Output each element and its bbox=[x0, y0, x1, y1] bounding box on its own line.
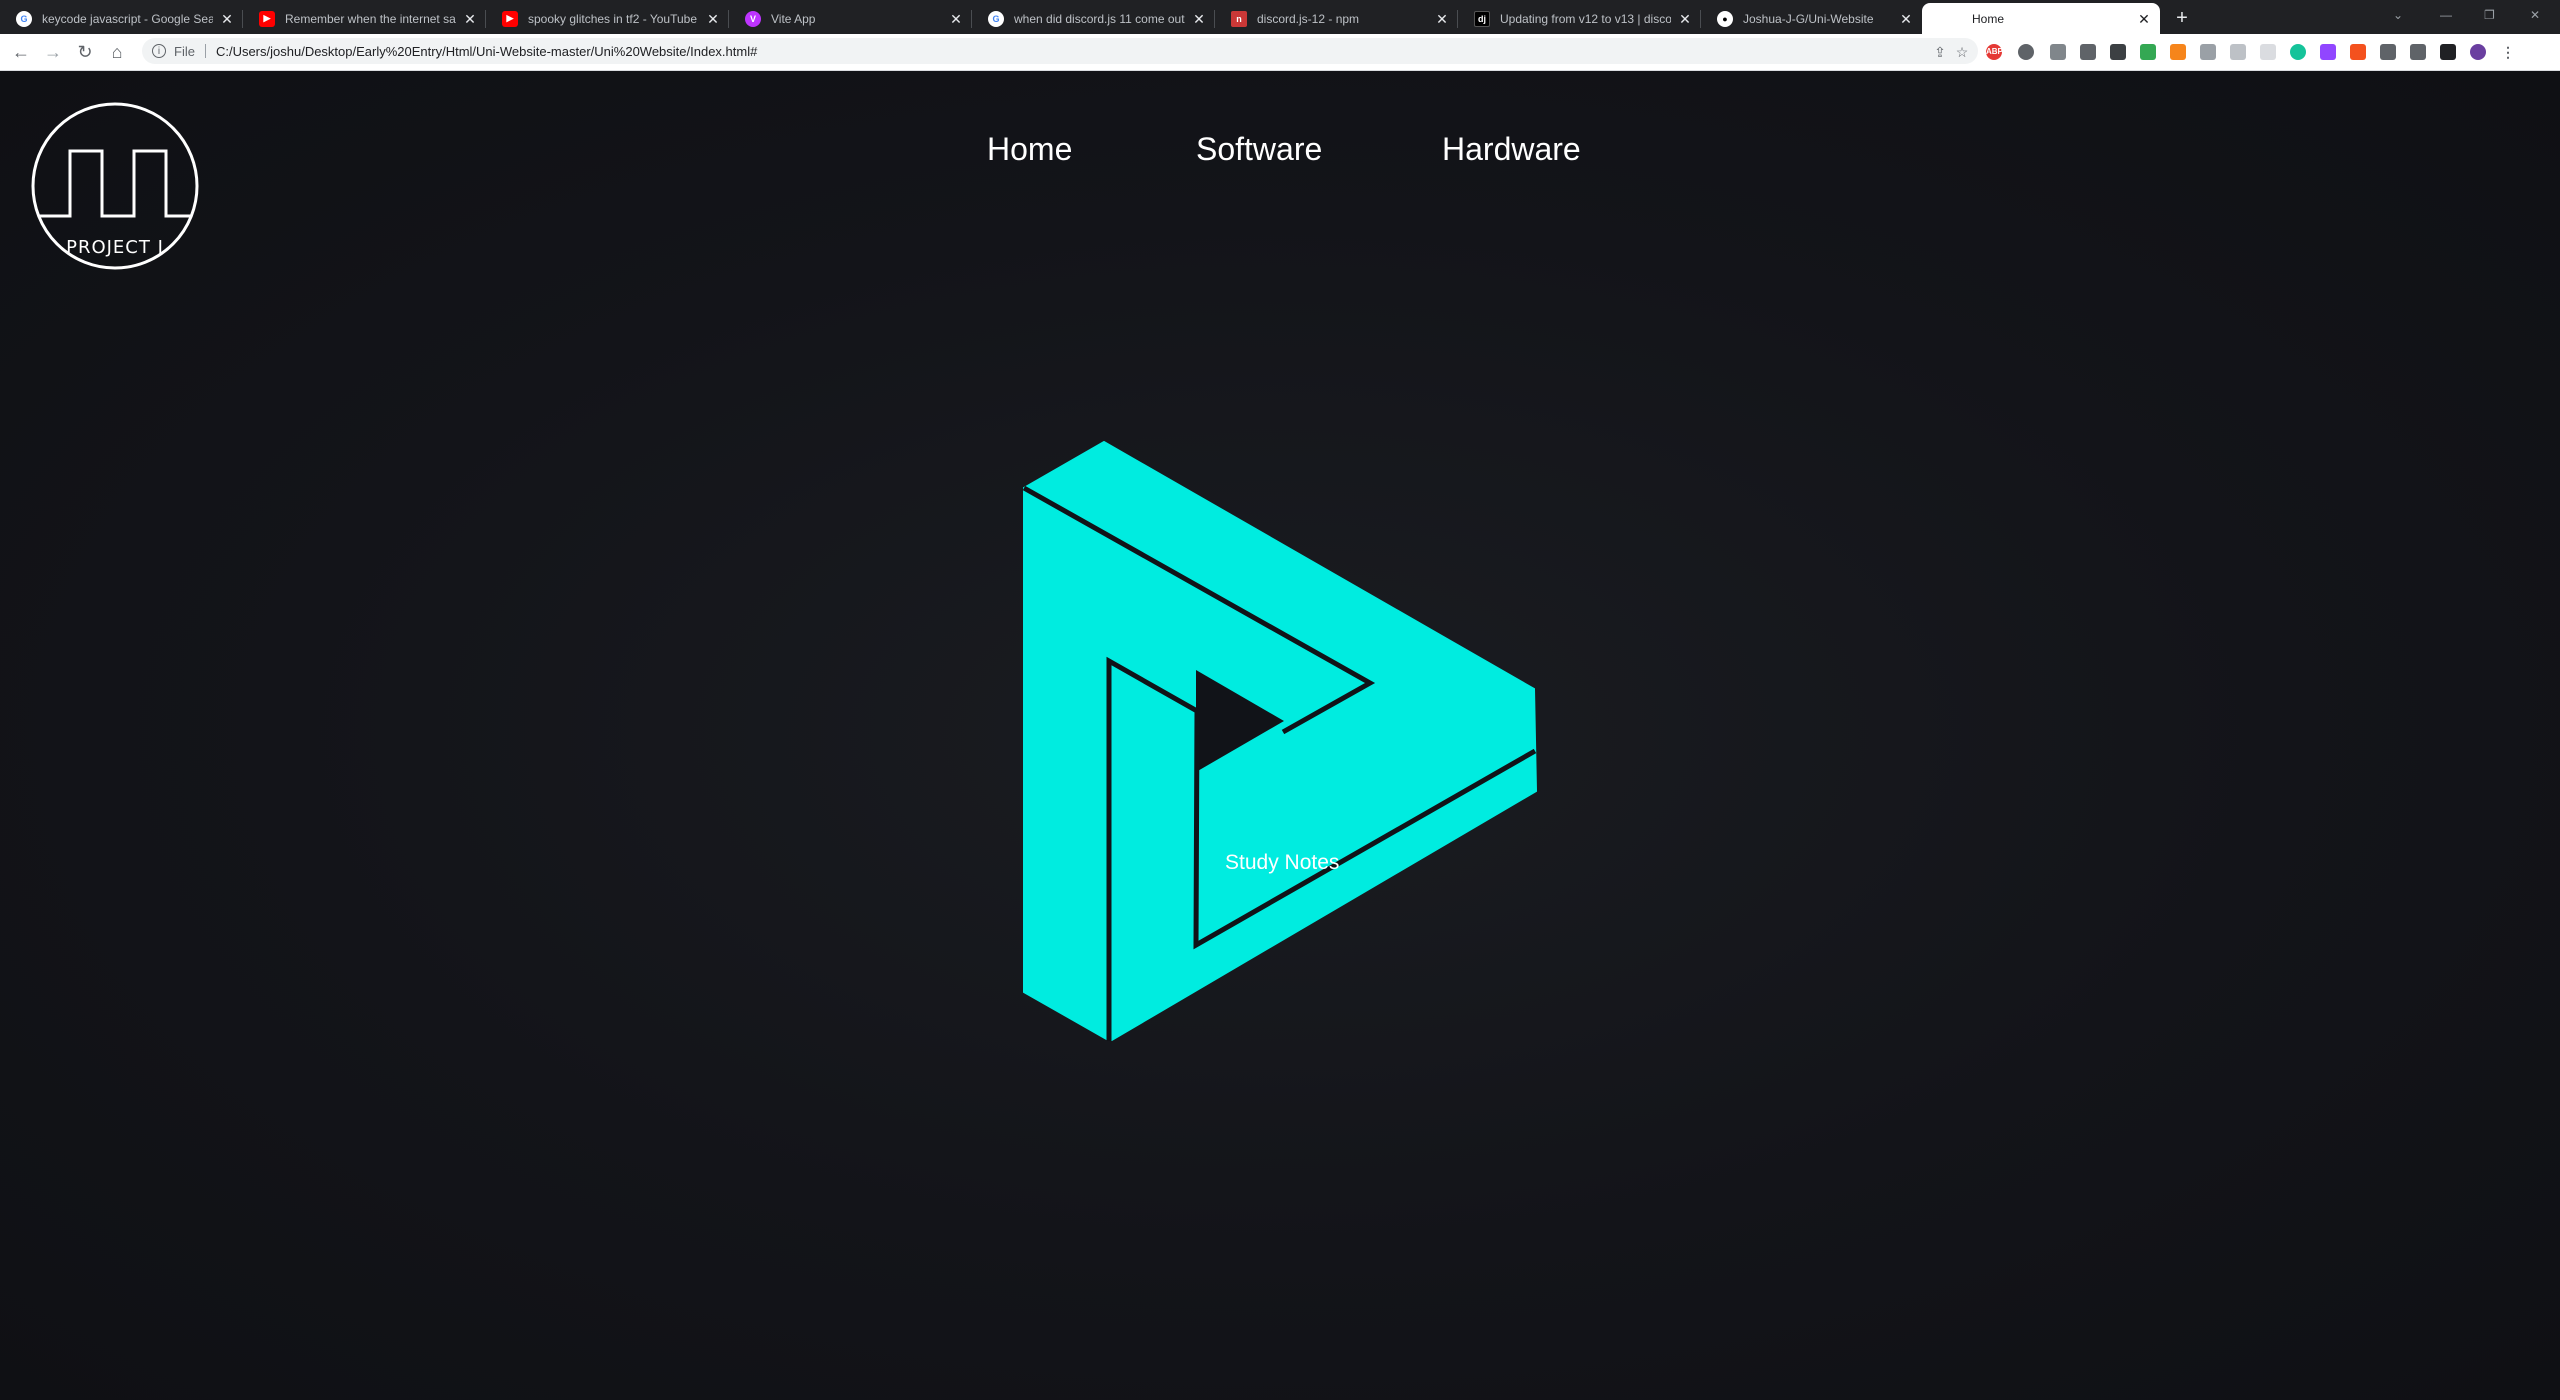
home-icon[interactable]: ⌂ bbox=[106, 41, 128, 63]
google-icon: G bbox=[988, 10, 1004, 27]
browser-tab[interactable]: G keycode javascript - Google Sea ✕ bbox=[0, 3, 243, 34]
close-icon[interactable]: ✕ bbox=[2136, 11, 2152, 27]
web-page: PROJECT J Home Software Hardware Study N… bbox=[0, 71, 2560, 1400]
adblock-icon[interactable]: ABP bbox=[1986, 44, 2003, 60]
close-icon[interactable]: ✕ bbox=[948, 11, 964, 27]
tab-title: spooky glitches in tf2 - YouTube bbox=[528, 11, 697, 26]
extension-icon[interactable] bbox=[2050, 44, 2066, 60]
reload-icon[interactable]: ↻ bbox=[74, 41, 96, 63]
logo-text: PROJECT J bbox=[66, 237, 164, 258]
browser-tab[interactable]: G when did discord.js 11 come out ✕ bbox=[972, 3, 1215, 34]
browser-tab[interactable]: V Vite App ✕ bbox=[729, 3, 972, 34]
tab-title: discord.js-12 - npm bbox=[1257, 11, 1360, 26]
new-tab-button[interactable]: + bbox=[2169, 6, 2195, 32]
tab-title: Remember when the internet sa bbox=[285, 11, 456, 26]
tab-strip: G keycode javascript - Google Sea ✕ ▶ Re… bbox=[0, 0, 2560, 34]
extension-icon[interactable] bbox=[2230, 44, 2246, 60]
site-info-icon[interactable]: i bbox=[152, 44, 166, 58]
bookmark-star-icon[interactable]: ☆ bbox=[1954, 44, 1970, 60]
tab-title: Home bbox=[1972, 11, 2005, 26]
grammarly-icon[interactable] bbox=[2290, 44, 2306, 60]
browser-tab-active[interactable]: Home ✕ bbox=[1922, 3, 2160, 34]
metamask-icon[interactable] bbox=[2170, 44, 2186, 60]
study-notes-link[interactable]: Study Notes bbox=[1225, 851, 1339, 875]
youtube-icon: ▶ bbox=[259, 10, 275, 27]
url-scheme: File bbox=[174, 43, 195, 59]
menu-dots-icon[interactable]: ⋮ bbox=[2500, 44, 2516, 60]
close-icon[interactable]: ✕ bbox=[705, 11, 721, 27]
github-icon: ● bbox=[1717, 10, 1733, 27]
browser-tab[interactable]: n discord.js-12 - npm ✕ bbox=[1215, 3, 1458, 34]
tab-title: when did discord.js 11 come out bbox=[1014, 11, 1185, 26]
browser-tab[interactable]: ● Joshua-J-G/Uni-Website ✕ bbox=[1701, 3, 1922, 34]
share-icon[interactable]: ⇪ bbox=[1932, 44, 1948, 60]
restore-icon[interactable]: ❐ bbox=[2484, 8, 2495, 22]
tab-title: keycode javascript - Google Sea bbox=[42, 11, 213, 26]
close-icon[interactable]: ✕ bbox=[1898, 11, 1914, 27]
close-icon[interactable]: ✕ bbox=[1677, 11, 1693, 27]
extension-icon[interactable] bbox=[2200, 44, 2216, 60]
youtube-icon: ▶ bbox=[502, 10, 518, 27]
close-icon[interactable]: ✕ bbox=[219, 11, 235, 27]
nav-hardware-link[interactable]: Hardware bbox=[1442, 131, 1581, 168]
extension-icon[interactable] bbox=[2140, 44, 2156, 60]
extension-icon[interactable] bbox=[2110, 44, 2126, 60]
npm-icon: n bbox=[1231, 10, 1247, 27]
scheme-divider bbox=[204, 44, 206, 58]
close-icon[interactable]: ✕ bbox=[1434, 11, 1450, 27]
impossible-triangle-graphic[interactable] bbox=[1020, 441, 1540, 1041]
puzzle-icon[interactable] bbox=[2380, 44, 2396, 60]
tab-title: Updating from v12 to v13 | disco bbox=[1500, 11, 1671, 26]
vite-icon: V bbox=[745, 10, 761, 27]
close-icon[interactable]: ✕ bbox=[1191, 11, 1207, 27]
reader-icon[interactable] bbox=[2080, 44, 2096, 60]
address-bar[interactable]: i File C:/Users/joshu/Desktop/Early%20En… bbox=[142, 38, 1978, 64]
close-icon[interactable]: ✕ bbox=[462, 11, 478, 27]
extension-icon[interactable] bbox=[2350, 44, 2366, 60]
tab-search-icon[interactable]: ⌄ bbox=[2393, 8, 2403, 22]
back-icon[interactable]: ← bbox=[10, 41, 32, 63]
reading-list-icon[interactable] bbox=[2410, 44, 2426, 60]
browser-tab[interactable]: ▶ spooky glitches in tf2 - YouTube ✕ bbox=[486, 3, 729, 34]
discordjs-icon: dj bbox=[1474, 10, 1490, 27]
forward-icon[interactable]: → bbox=[42, 41, 64, 63]
side-panel-icon[interactable] bbox=[2440, 44, 2456, 60]
tab-title: Vite App bbox=[771, 11, 816, 26]
tab-title: Joshua-J-G/Uni-Website bbox=[1743, 11, 1874, 26]
nav-home-link[interactable]: Home bbox=[987, 131, 1072, 168]
extension-icon[interactable] bbox=[2018, 44, 2034, 60]
browser-tab[interactable]: ▶ Remember when the internet sa ✕ bbox=[243, 3, 486, 34]
minimize-icon[interactable]: — bbox=[2440, 8, 2452, 22]
url-text[interactable]: C:/Users/joshu/Desktop/Early%20Entry/Htm… bbox=[216, 44, 757, 59]
nav-software-link[interactable]: Software bbox=[1196, 131, 1322, 168]
browser-tab[interactable]: dj Updating from v12 to v13 | disco ✕ bbox=[1458, 3, 1701, 34]
profile-avatar[interactable] bbox=[2470, 44, 2486, 60]
browser-toolbar: ← → ↻ ⌂ i File C:/Users/joshu/Desktop/Ea… bbox=[0, 34, 2560, 71]
google-icon: G bbox=[16, 10, 32, 27]
window-close-icon[interactable]: ✕ bbox=[2530, 8, 2540, 22]
extension-icon[interactable] bbox=[2260, 44, 2276, 60]
twitch-icon[interactable] bbox=[2320, 44, 2336, 60]
